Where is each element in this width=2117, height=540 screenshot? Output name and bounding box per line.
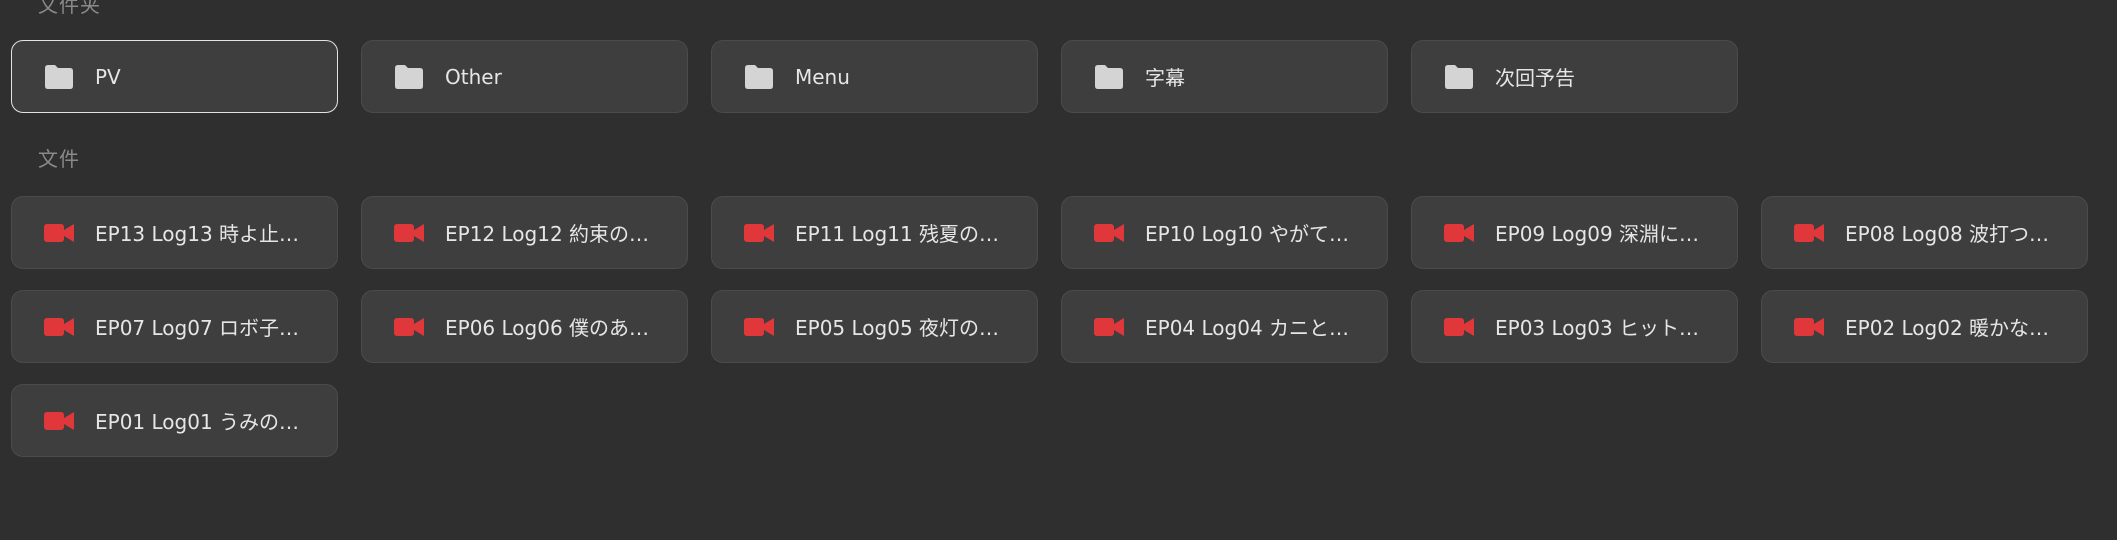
folder-item-subtitles[interactable]: 字幕: [1061, 40, 1388, 113]
video-camera-icon: [43, 220, 75, 246]
files-section-title: 文件: [38, 147, 80, 171]
folder-item-menu[interactable]: Menu: [711, 40, 1038, 113]
file-item[interactable]: EP08 Log08 波打つ…: [1761, 196, 2088, 269]
file-item[interactable]: EP09 Log09 深淵に…: [1411, 196, 1738, 269]
file-item[interactable]: EP04 Log04 カニと…: [1061, 290, 1388, 363]
folder-item-label: 次回予告: [1495, 66, 1575, 90]
folder-item-pv[interactable]: PV: [11, 40, 338, 113]
video-camera-icon: [1093, 314, 1125, 340]
file-item-label: EP12 Log12 約束の…: [445, 222, 650, 246]
video-camera-icon: [743, 314, 775, 340]
file-browser: 文件夹 PV Other Menu 字幕 次回予告 文件 EP13 Log13 …: [0, 0, 2117, 540]
file-item-label: EP01 Log01 うみの…: [95, 410, 300, 434]
video-camera-icon: [393, 220, 425, 246]
file-item-label: EP02 Log02 暖かな…: [1845, 316, 2050, 340]
file-item-label: EP11 Log11 残夏の…: [795, 222, 1000, 246]
file-item[interactable]: EP13 Log13 時よ止…: [11, 196, 338, 269]
file-grid: EP13 Log13 時よ止… EP12 Log12 約束の… EP11 Log…: [11, 196, 2088, 457]
video-camera-icon: [43, 408, 75, 434]
folder-item-label: PV: [95, 64, 121, 89]
file-item[interactable]: EP03 Log03 ヒット…: [1411, 290, 1738, 363]
file-item[interactable]: EP12 Log12 約束の…: [361, 196, 688, 269]
file-item-label: EP13 Log13 時よ止…: [95, 222, 300, 246]
file-item-label: EP09 Log09 深淵に…: [1495, 222, 1700, 246]
folder-item-label: 字幕: [1145, 66, 1185, 90]
folder-item-label: Menu: [795, 64, 850, 89]
file-item[interactable]: EP10 Log10 やがて…: [1061, 196, 1388, 269]
file-item-label: EP10 Log10 やがて…: [1145, 222, 1350, 246]
video-camera-icon: [1093, 220, 1125, 246]
file-item-label: EP04 Log04 カニと…: [1145, 316, 1350, 340]
folder-item-label: Other: [445, 64, 502, 89]
file-item[interactable]: EP01 Log01 うみの…: [11, 384, 338, 457]
folder-icon: [1443, 64, 1475, 90]
folder-item-next-preview[interactable]: 次回予告: [1411, 40, 1738, 113]
folders-section-title: 文件夹: [38, 0, 101, 17]
folder-icon: [1093, 64, 1125, 90]
file-item[interactable]: EP05 Log05 夜灯の…: [711, 290, 1038, 363]
file-item[interactable]: EP02 Log02 暖かな…: [1761, 290, 2088, 363]
video-camera-icon: [1443, 220, 1475, 246]
file-item[interactable]: EP11 Log11 残夏の…: [711, 196, 1038, 269]
file-item[interactable]: EP07 Log07 ロボ子…: [11, 290, 338, 363]
file-item-label: EP05 Log05 夜灯の…: [795, 316, 1000, 340]
file-item-label: EP08 Log08 波打つ…: [1845, 222, 2050, 246]
file-item-label: EP06 Log06 僕のあ…: [445, 316, 650, 340]
file-item-label: EP07 Log07 ロボ子…: [95, 316, 300, 340]
folder-item-other[interactable]: Other: [361, 40, 688, 113]
video-camera-icon: [1793, 314, 1825, 340]
video-camera-icon: [43, 314, 75, 340]
folder-icon: [43, 64, 75, 90]
folder-grid: PV Other Menu 字幕 次回予告: [11, 40, 2088, 113]
video-camera-icon: [1443, 314, 1475, 340]
video-camera-icon: [393, 314, 425, 340]
file-item-label: EP03 Log03 ヒット…: [1495, 316, 1700, 340]
folder-icon: [743, 64, 775, 90]
file-item[interactable]: EP06 Log06 僕のあ…: [361, 290, 688, 363]
video-camera-icon: [1793, 220, 1825, 246]
folder-icon: [393, 64, 425, 90]
video-camera-icon: [743, 220, 775, 246]
